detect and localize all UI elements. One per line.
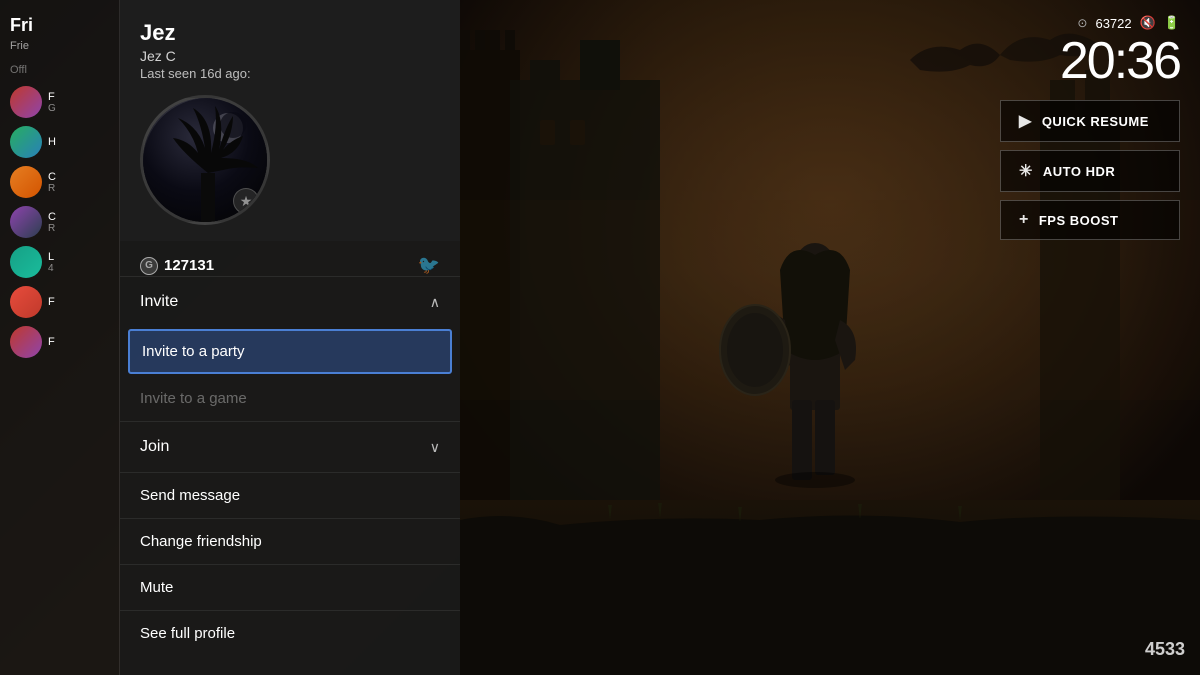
avatar <box>10 326 42 358</box>
friend-info: F <box>48 296 55 308</box>
fps-boost-button[interactable]: + FPS BOOST <box>1000 200 1180 240</box>
battery-hud-icon: 🔋 <box>1164 15 1180 31</box>
offline-label: Offl <box>10 64 109 76</box>
fps-boost-label: FPS BOOST <box>1039 213 1119 228</box>
twitter-icon: 🐦 <box>418 255 440 276</box>
star-icon: ★ <box>240 193 253 210</box>
sidebar: Fri Frie Offl F G H C R C R L 4 <box>0 0 120 675</box>
invite-game-label: Invite to a game <box>140 390 247 407</box>
list-item[interactable]: F G <box>10 86 109 118</box>
auto-hdr-label: AUTO HDR <box>1043 164 1115 179</box>
list-item[interactable]: C R <box>10 206 109 238</box>
hud-status-icons: ⊙ 63722 🔇 🔋 <box>1060 15 1180 31</box>
invite-label: Invite <box>140 293 178 311</box>
profile-header: Jez Jez C Last seen 16d ago: <box>120 0 460 241</box>
chevron-up-icon: ∧ <box>430 294 440 311</box>
mute-button[interactable]: Mute <box>120 565 460 610</box>
score-badge: 4533 <box>1145 639 1185 660</box>
invite-party-label: Invite to a party <box>142 343 245 360</box>
hud-top-right: ⊙ 63722 🔇 🔋 20:36 <box>1060 15 1180 87</box>
hud-gamerscore: 63722 <box>1095 16 1131 31</box>
friend-status: R <box>48 183 56 194</box>
hdr-icon: ✳ <box>1019 161 1033 181</box>
list-item[interactable]: L 4 <box>10 246 109 278</box>
avatar <box>10 206 42 238</box>
friend-name: C <box>48 171 56 183</box>
friend-name: F <box>48 296 55 308</box>
friend-info: H <box>48 136 56 148</box>
invite-section-header[interactable]: Invite ∧ <box>120 277 460 327</box>
friend-name: F <box>48 336 55 348</box>
hud-actions: ▶ QUICK RESUME ✳ AUTO HDR + FPS BOOST <box>1000 100 1180 240</box>
invite-to-game-button[interactable]: Invite to a game <box>120 376 460 421</box>
avatar <box>10 246 42 278</box>
avatar <box>10 286 42 318</box>
see-full-profile-button[interactable]: See full profile <box>120 611 460 656</box>
quick-resume-label: QUICK RESUME <box>1042 114 1149 129</box>
friend-status: R <box>48 223 56 234</box>
invite-to-party-button[interactable]: Invite to a party <box>128 329 452 374</box>
sidebar-title: Fri <box>10 15 109 36</box>
mute-label: Mute <box>140 579 173 596</box>
friend-name: H <box>48 136 56 148</box>
avatar <box>10 86 42 118</box>
friend-name: C <box>48 211 56 223</box>
profile-popup: Jez Jez C Last seen 16d ago: <box>120 0 460 675</box>
list-item[interactable]: H <box>10 126 109 158</box>
play-icon: ▶ <box>1019 111 1032 131</box>
avatar <box>10 126 42 158</box>
profile-avatar: ★ <box>140 95 270 225</box>
list-item[interactable]: C R <box>10 166 109 198</box>
join-section: Join ∨ <box>120 421 460 472</box>
invite-section: Invite ∧ Invite to a party Invite to a g… <box>120 276 460 421</box>
see-full-profile-label: See full profile <box>140 625 235 642</box>
fps-icon: + <box>1019 211 1029 229</box>
join-section-header[interactable]: Join ∨ <box>120 422 460 472</box>
score-value: 4533 <box>1145 639 1185 659</box>
gamerscore-value: 127131 <box>164 257 214 274</box>
friend-info: C R <box>48 211 56 234</box>
change-friendship-section: Change friendship <box>120 518 460 564</box>
send-message-button[interactable]: Send message <box>120 473 460 518</box>
profile-name: Jez <box>140 20 440 46</box>
friend-status: 4 <box>48 263 54 274</box>
friend-info: F G <box>48 91 56 114</box>
auto-hdr-button[interactable]: ✳ AUTO HDR <box>1000 150 1180 192</box>
see-full-profile-section: See full profile <box>120 610 460 656</box>
change-friendship-label: Change friendship <box>140 533 262 550</box>
mute-hud-icon: 🔇 <box>1140 15 1156 31</box>
avatar <box>10 166 42 198</box>
hud-time: 20:36 <box>1060 35 1180 87</box>
quick-resume-button[interactable]: ▶ QUICK RESUME <box>1000 100 1180 142</box>
list-item[interactable]: F <box>10 326 109 358</box>
join-label: Join <box>140 438 169 456</box>
friend-status: G <box>48 103 56 114</box>
send-message-section: Send message <box>120 472 460 518</box>
profile-gamertag: Jez C <box>140 48 440 64</box>
sidebar-subtitle: Frie <box>10 40 109 52</box>
friend-info: L 4 <box>48 251 54 274</box>
gamerscore-icon: G <box>140 257 158 275</box>
gamerscore: G 127131 <box>140 257 214 275</box>
friend-info: F <box>48 336 55 348</box>
friend-name: L <box>48 251 54 263</box>
list-item[interactable]: F <box>10 286 109 318</box>
gamerscore-hud-icon: ⊙ <box>1077 16 1087 30</box>
profile-last-seen: Last seen 16d ago: <box>140 66 440 81</box>
friend-info: C R <box>48 171 56 194</box>
profile-stats-row: G 127131 🐦 <box>120 241 460 276</box>
friend-name: F <box>48 91 56 103</box>
profile-avatar-container: ★ <box>140 95 440 225</box>
change-friendship-button[interactable]: Change friendship <box>120 519 460 564</box>
chevron-down-icon: ∨ <box>430 439 440 456</box>
mute-section: Mute <box>120 564 460 610</box>
send-message-label: Send message <box>140 487 240 504</box>
